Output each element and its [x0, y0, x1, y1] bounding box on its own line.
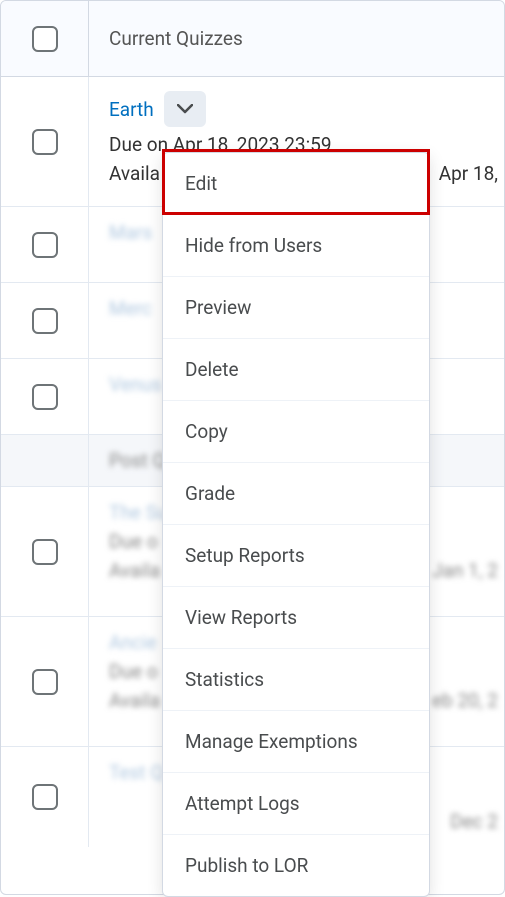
dropdown-item-statistics[interactable]: Statistics: [163, 649, 429, 711]
quiz-name-row: Earth: [109, 91, 484, 127]
quiz-availability: Availa: [109, 162, 160, 185]
quiz-availability: Availa: [109, 689, 160, 712]
sub-item-label: Post Q: [109, 449, 166, 472]
chevron-down-icon: [177, 104, 193, 114]
dropdown-item-view-reports[interactable]: View Reports: [163, 587, 429, 649]
quiz-list-container: Current Quizzes Earth Due on Apr 18, 202…: [0, 0, 505, 895]
quiz-date-right: Dec 2: [450, 810, 498, 833]
dropdown-item-publish-lor[interactable]: Publish to LOR: [163, 835, 429, 895]
header-title: Current Quizzes: [89, 27, 504, 50]
row-checkbox[interactable]: [32, 232, 58, 258]
dropdown-item-setup-reports[interactable]: Setup Reports: [163, 525, 429, 587]
dropdown-item-edit[interactable]: Edit: [163, 153, 429, 215]
row-checkbox-cell: [1, 77, 89, 206]
dropdown-item-attempt-logs[interactable]: Attempt Logs: [163, 773, 429, 835]
row-checkbox-cell: [1, 359, 89, 434]
dropdown-item-grade[interactable]: Grade: [163, 463, 429, 525]
select-all-checkbox[interactable]: [32, 26, 58, 52]
dropdown-item-delete[interactable]: Delete: [163, 339, 429, 401]
sub-checkbox-cell: [1, 435, 89, 486]
quiz-actions-dropdown: Edit Hide from Users Preview Delete Copy…: [162, 152, 430, 895]
row-checkbox[interactable]: [32, 669, 58, 695]
dropdown-item-manage-exemptions[interactable]: Manage Exemptions: [163, 711, 429, 773]
row-checkbox-cell: [1, 617, 89, 746]
row-checkbox[interactable]: [32, 129, 58, 155]
dropdown-item-preview[interactable]: Preview: [163, 277, 429, 339]
quiz-link[interactable]: Earth: [109, 98, 154, 121]
row-checkbox[interactable]: [32, 384, 58, 410]
row-checkbox[interactable]: [32, 784, 58, 810]
row-checkbox[interactable]: [32, 308, 58, 334]
row-checkbox-cell: [1, 283, 89, 358]
quiz-date-right: Apr 18,: [439, 162, 498, 185]
table-header: Current Quizzes: [1, 1, 504, 77]
header-checkbox-cell: [1, 1, 89, 76]
quiz-availability: Availa: [109, 559, 160, 582]
row-checkbox[interactable]: [32, 539, 58, 565]
quiz-date-right: Jan 1, 2: [432, 559, 498, 582]
dropdown-item-copy[interactable]: Copy: [163, 401, 429, 463]
row-checkbox-cell: [1, 207, 89, 282]
row-checkbox-cell: [1, 487, 89, 616]
quiz-date-right: eb 20, 2: [432, 689, 498, 712]
dropdown-item-hide[interactable]: Hide from Users: [163, 215, 429, 277]
row-checkbox-cell: [1, 747, 89, 847]
quiz-actions-button[interactable]: [164, 91, 206, 127]
